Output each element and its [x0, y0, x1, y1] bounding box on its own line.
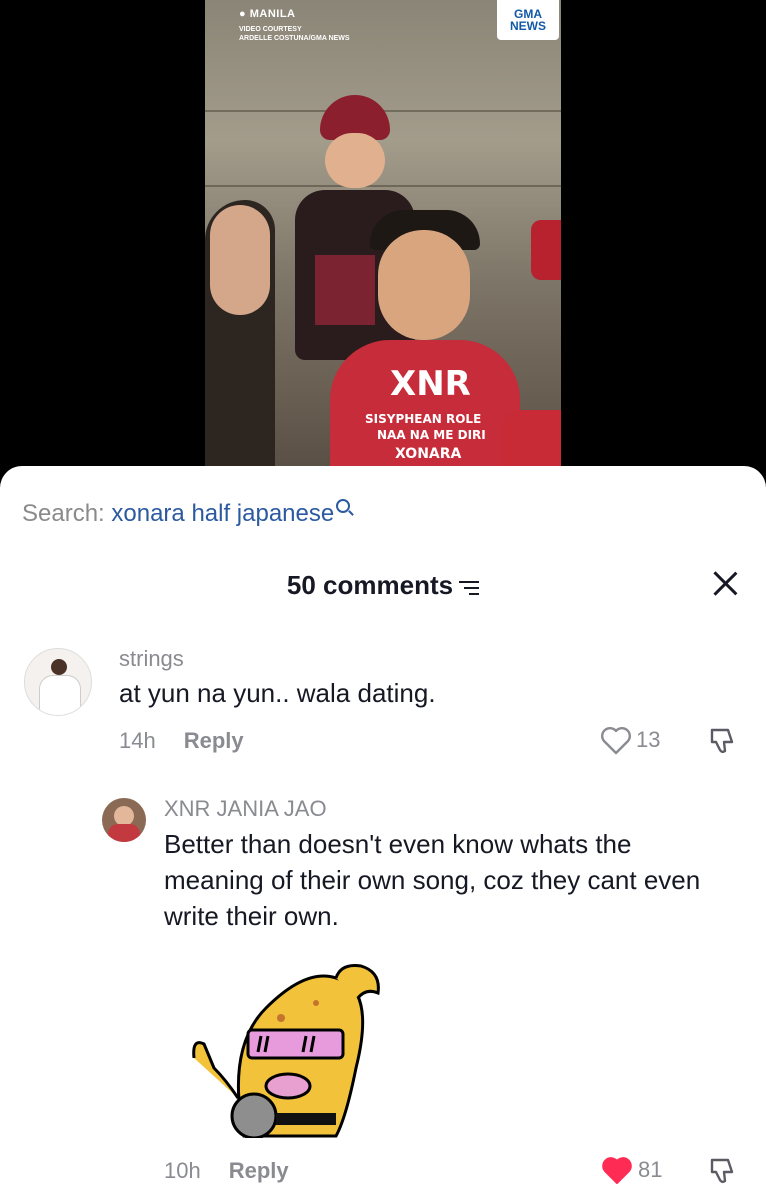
search-suggestion[interactable]: Search: xonara half japanese [22, 499, 351, 528]
search-query[interactable]: xonara half japanese [111, 500, 334, 527]
shirt-line-1: SISYPHEAN ROLE [365, 412, 482, 426]
comment-username[interactable]: strings [119, 646, 184, 672]
comment-meta: 10h Reply [164, 1158, 289, 1184]
comment-username[interactable]: XNR JANIA JAO [164, 796, 327, 822]
heart-icon [601, 727, 631, 755]
close-icon[interactable] [712, 570, 738, 596]
comment-time: 10h [164, 1158, 201, 1183]
video-player[interactable]: XNR SISYPHEAN ROLE NAA NA ME DIRI XONARA… [0, 0, 766, 500]
gma-news-logo: GMA NEWS [497, 0, 559, 40]
reply-button[interactable]: Reply [229, 1158, 289, 1183]
dislike-button[interactable] [708, 1156, 738, 1186]
thumbs-down-icon [710, 728, 734, 753]
comments-header: 50 comments [0, 570, 766, 601]
heart-filled-icon [602, 1157, 632, 1184]
like-count: 81 [638, 1157, 663, 1182]
search-icon[interactable] [336, 499, 351, 513]
dislike-button[interactable] [708, 726, 738, 756]
thumbs-down-icon [710, 1158, 734, 1183]
banana-singer-sticker [186, 958, 386, 1140]
like-button[interactable]: 13 [600, 725, 660, 755]
shirt-line-2: NAA NA ME DIRI [377, 428, 486, 442]
location-pin-icon: ● [239, 8, 247, 20]
comment-meta: 14h Reply [119, 728, 244, 754]
like-button[interactable]: 81 [600, 1155, 662, 1185]
like-count: 13 [636, 727, 661, 752]
video-courtesy: VIDEO COURTESY ARDELLE COSTUNA/GMA NEWS [239, 26, 350, 42]
comments-count: 50 comments [286, 570, 454, 600]
search-prefix: Search: [22, 500, 105, 527]
comment-text: Better than doesn't even know whats the … [164, 829, 701, 931]
avatar[interactable] [102, 798, 146, 842]
shirt-line-3: XONARA [395, 446, 462, 462]
video-frame[interactable]: XNR SISYPHEAN ROLE NAA NA ME DIRI XONARA… [205, 0, 561, 470]
reply-button[interactable]: Reply [184, 728, 244, 753]
comment-text: at yun na yun.. wala dating. [119, 678, 436, 708]
avatar[interactable] [24, 648, 92, 716]
video-location: ● MANILA [239, 8, 296, 20]
sort-filter-icon[interactable] [457, 579, 480, 595]
shirt-big-text: XNR [390, 364, 471, 404]
comment-time: 14h [119, 728, 156, 753]
comments-sheet: Search: xonara half japanese 50 comments… [0, 466, 766, 1200]
